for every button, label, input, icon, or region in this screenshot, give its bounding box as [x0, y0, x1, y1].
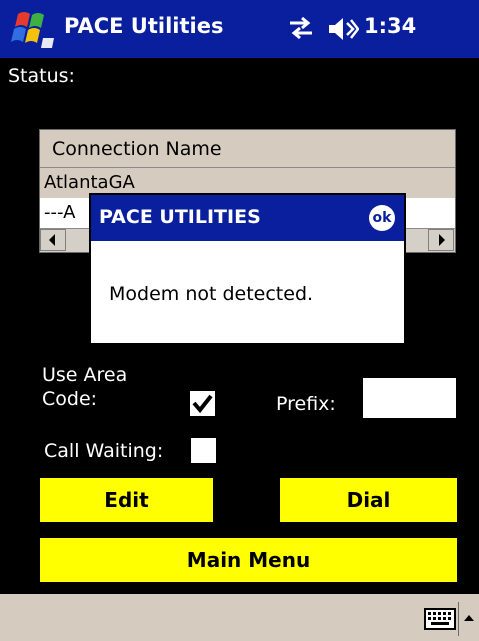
list-item-label: AtlantaGA: [44, 172, 135, 193]
call-waiting-checkbox[interactable]: [191, 438, 216, 463]
speaker-icon[interactable]: [327, 15, 360, 43]
list-item-label: ---A: [44, 202, 76, 223]
dialog-title: PACE UTILITIES: [99, 206, 261, 228]
error-dialog: PACE UTILITIES ok Modem not detected.: [89, 193, 406, 345]
chevron-right-icon: [439, 234, 445, 246]
windows-start-icon[interactable]: [10, 8, 56, 50]
column-header-label: Connection Name: [52, 138, 222, 160]
prefix-label: Prefix:: [276, 393, 336, 415]
use-area-code-checkbox[interactable]: [190, 391, 215, 416]
status-label: Status:: [8, 65, 75, 87]
keyboard-icon[interactable]: [424, 608, 456, 630]
chevron-left-icon: [49, 234, 55, 246]
scroll-left-button[interactable]: [40, 229, 66, 251]
checkmark-icon: [192, 394, 213, 414]
input-panel-arrow-icon[interactable]: [462, 610, 476, 624]
edit-button[interactable]: Edit: [40, 478, 213, 522]
dialog-title-bar: PACE UTILITIES ok: [91, 195, 404, 241]
use-area-code-label-line1: Use Area: [42, 364, 128, 386]
app-title: PACE Utilities: [64, 14, 224, 38]
column-header[interactable]: Connection Name: [40, 130, 455, 168]
clock[interactable]: 1:34: [364, 14, 416, 38]
dial-button[interactable]: Dial: [280, 478, 457, 522]
main-menu-button[interactable]: Main Menu: [40, 538, 457, 582]
divider: [458, 602, 459, 636]
menu-bar: [0, 594, 479, 641]
scroll-right-button[interactable]: [428, 229, 454, 251]
prefix-input[interactable]: [363, 378, 456, 418]
use-area-code-label-line2: Code:: [42, 388, 98, 410]
connectivity-icon[interactable]: [286, 16, 316, 40]
dialog-message: Modem not detected.: [109, 283, 314, 305]
ok-button[interactable]: ok: [369, 205, 395, 231]
call-waiting-label: Call Waiting:: [44, 440, 164, 462]
